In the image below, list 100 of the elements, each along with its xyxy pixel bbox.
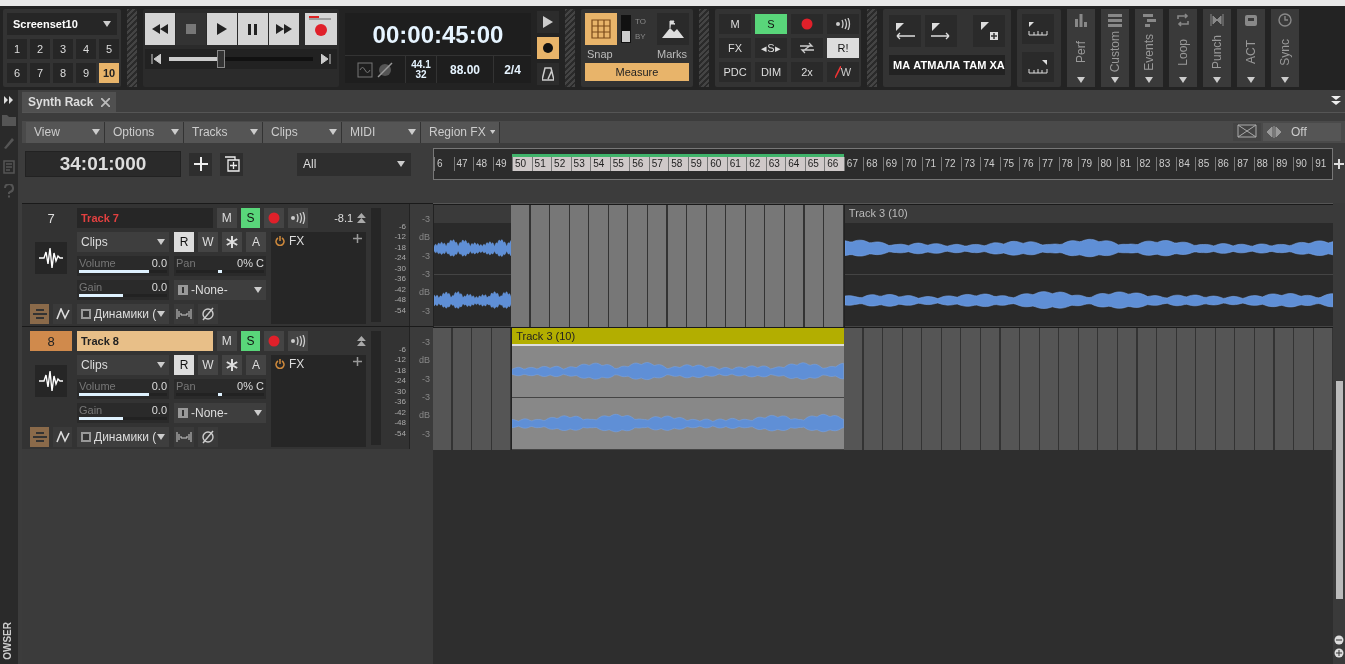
audio-clip[interactable]: Track 3 (10) (843, 205, 1333, 327)
browser-tab[interactable]: OWSER (2, 622, 13, 660)
record-button[interactable] (305, 13, 337, 45)
volume-slider[interactable]: Volume 0.0 (77, 379, 169, 399)
grip-handle[interactable] (565, 9, 575, 87)
grip-handle[interactable] (127, 9, 137, 87)
pause-button[interactable] (238, 13, 268, 45)
add-track-button[interactable] (189, 152, 212, 176)
pan-slider[interactable]: Pan 0% C (174, 379, 266, 399)
move-right-button[interactable] (925, 15, 957, 47)
rewind-button[interactable] (145, 13, 175, 45)
crossfade-button[interactable] (1233, 123, 1261, 141)
module-button[interactable]: Perf (1067, 9, 1095, 87)
close-icon[interactable] (101, 97, 111, 107)
screenset-button[interactable]: 2 (30, 39, 50, 59)
meter-value[interactable]: 2/4 (494, 56, 531, 83)
track-button[interactable]: R (174, 355, 194, 375)
zoom-out-icon[interactable] (1334, 635, 1344, 645)
screenset-button[interactable]: 3 (53, 39, 73, 59)
crossed-out-icon[interactable] (377, 61, 393, 78)
go-to-start-icon[interactable] (151, 54, 161, 64)
track-button[interactable]: S (240, 208, 261, 228)
mix-button[interactable]: S (755, 14, 787, 34)
mix-button[interactable]: ◂S▸ (755, 38, 787, 58)
grip-handle[interactable] (867, 9, 877, 87)
menu-dropdown[interactable]: Tracks (184, 121, 263, 143)
module-button[interactable]: ACT (1237, 9, 1265, 87)
mix-button[interactable]: R! (827, 38, 859, 58)
mix-button[interactable]: M (719, 14, 751, 34)
mix-button[interactable] (791, 38, 823, 58)
output-dropdown[interactable]: Динамики ( (77, 304, 169, 324)
snap-offset-dropdown[interactable]: Off (1263, 123, 1341, 141)
grip-handle[interactable] (699, 9, 709, 87)
input-dropdown[interactable]: Clips (77, 355, 169, 375)
gain-slider[interactable]: Gain 0.0 (77, 403, 169, 423)
add-icon[interactable] (353, 234, 362, 243)
input-dropdown[interactable]: Clips (77, 232, 169, 252)
snap-resolution-dropdown[interactable]: Measure (585, 63, 689, 81)
audio-clip[interactable]: Track 3 (10) (511, 328, 844, 450)
gain-slider[interactable]: Gain 0.0 (77, 280, 169, 300)
mix-button[interactable] (827, 14, 859, 34)
zoom-in-icon[interactable] (1334, 648, 1344, 658)
track-button[interactable]: M (216, 208, 237, 228)
track-strip-button[interactable] (30, 427, 49, 447)
monitor-button[interactable] (287, 208, 308, 228)
fx-bin[interactable]: FX (271, 355, 366, 447)
screenset-button[interactable]: 10 (99, 63, 119, 83)
record-mode-button[interactable] (537, 37, 559, 59)
screenset-button[interactable]: 7 (30, 63, 50, 83)
automation-button[interactable] (53, 427, 72, 447)
input-port-dropdown[interactable]: -None- (174, 280, 266, 300)
track-button[interactable] (222, 232, 242, 252)
stereo-button[interactable] (174, 427, 194, 447)
ruler-left-button[interactable] (1022, 14, 1054, 44)
module-button[interactable]: Loop (1169, 9, 1197, 87)
automation-button[interactable] (53, 304, 72, 324)
pan-slider[interactable]: Pan 0% C (174, 256, 266, 276)
screenset-button[interactable]: 5 (99, 39, 119, 59)
phase-button[interactable] (198, 304, 218, 324)
mix-button[interactable]: W (827, 62, 859, 82)
track-name-field[interactable]: Track 7 (77, 208, 213, 228)
menu-dropdown[interactable]: Options (105, 121, 184, 143)
track-button[interactable]: W (198, 355, 218, 375)
mix-button[interactable]: DIM (755, 62, 787, 82)
screenset-button[interactable]: 6 (7, 63, 27, 83)
play-mode-button[interactable] (537, 11, 559, 33)
track-button[interactable] (222, 355, 242, 375)
screenset-dropdown[interactable]: Screenset10 (7, 13, 117, 35)
track-button[interactable]: M (216, 331, 237, 351)
track-filter-dropdown[interactable]: All (297, 152, 411, 176)
tempo-value[interactable]: 88.00 (437, 56, 494, 83)
monitor-button[interactable] (287, 331, 308, 351)
screenset-button[interactable]: 9 (76, 63, 96, 83)
track-button[interactable]: A (246, 232, 266, 252)
mix-button[interactable]: PDC (719, 62, 751, 82)
module-button[interactable]: Events (1135, 9, 1163, 87)
module-button[interactable]: Sync (1271, 9, 1299, 87)
track-button[interactable]: R (174, 232, 194, 252)
screenset-button[interactable]: 1 (7, 39, 27, 59)
fx-bin[interactable]: FX (271, 232, 366, 324)
move-left-button[interactable] (889, 15, 921, 47)
stereo-button[interactable] (174, 304, 194, 324)
track-button[interactable]: A (246, 355, 266, 375)
module-button[interactable]: Punch (1203, 9, 1231, 87)
add-icon[interactable] (353, 357, 362, 366)
marks-button[interactable] (657, 13, 689, 45)
menu-dropdown[interactable]: Clips (263, 121, 342, 143)
collapse-icon[interactable] (1331, 96, 1341, 106)
volume-slider[interactable]: Volume 0.0 (77, 256, 169, 276)
ruler-right-button[interactable] (1022, 52, 1054, 82)
input-port-dropdown[interactable]: -None- (174, 403, 266, 423)
now-time-field[interactable]: 34:01:000 (25, 151, 181, 177)
module-button[interactable]: Custom (1101, 9, 1129, 87)
screenset-button[interactable]: 4 (76, 39, 96, 59)
screenset-button[interactable]: 8 (53, 63, 73, 83)
menu-dropdown[interactable]: MIDI (342, 121, 421, 143)
plus-icon[interactable] (1333, 159, 1345, 169)
timeline-ruler[interactable]: 6 47 48 49 50 51 52 53 54 55 56 57 58 59 60 61 62 63 64 65 66 67 68 69 70 71 72 73 74 75 76 77 78 79 80 81 82 83 84 85 86 87 88 89 90 91 (433, 148, 1333, 180)
insert-button[interactable] (220, 152, 243, 176)
menu-dropdown[interactable]: Region FX (421, 121, 500, 143)
